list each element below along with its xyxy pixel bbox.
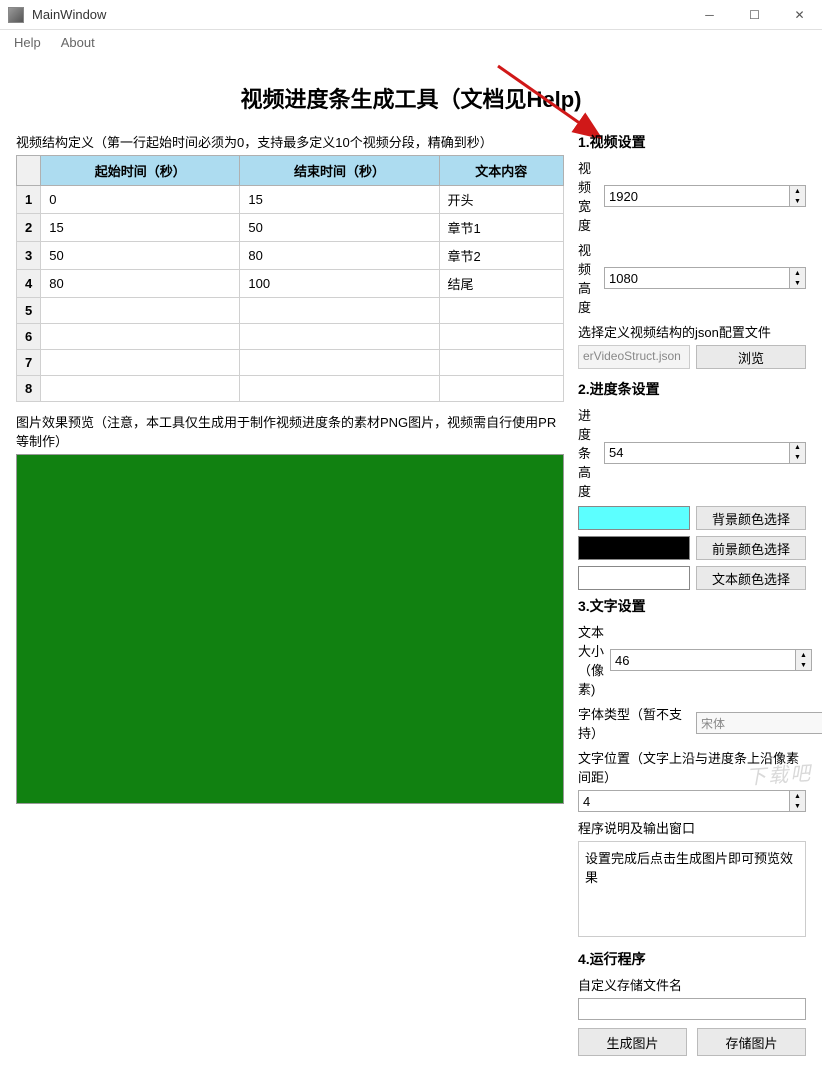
cell-text[interactable] bbox=[439, 324, 563, 350]
cell-end[interactable] bbox=[240, 376, 439, 402]
video-width-input[interactable]: ▲▼ bbox=[604, 185, 806, 207]
table-row: 6 bbox=[17, 324, 564, 350]
cell-start[interactable] bbox=[41, 376, 240, 402]
preview-description: 图片效果预览（注意，本工具仅生成用于制作视频进度条的素材PNG图片，视频需自行使… bbox=[16, 412, 564, 450]
log-label: 程序说明及输出窗口 bbox=[578, 818, 806, 837]
row-number: 7 bbox=[17, 350, 41, 376]
cell-text[interactable]: 开头 bbox=[439, 186, 563, 214]
table-row: 5 bbox=[17, 298, 564, 324]
text-position-input[interactable]: ▲▼ bbox=[578, 790, 806, 812]
close-button[interactable]: ✕ bbox=[777, 0, 822, 30]
table-description: 视频结构定义（第一行起始时间必须为0，支持最多定义10个视频分段，精确到秒） bbox=[16, 132, 564, 151]
generate-button[interactable]: 生成图片 bbox=[578, 1028, 687, 1056]
table-row: 7 bbox=[17, 350, 564, 376]
maximize-button[interactable]: ☐ bbox=[732, 0, 777, 30]
spin-up-icon: ▲ bbox=[790, 268, 805, 278]
font-type-select[interactable]: ▼ bbox=[696, 712, 806, 734]
window-title: MainWindow bbox=[32, 7, 687, 22]
header-rownum bbox=[17, 156, 41, 186]
header-start: 起始时间（秒） bbox=[41, 156, 240, 186]
menu-about[interactable]: About bbox=[51, 33, 105, 52]
cell-start[interactable]: 80 bbox=[41, 270, 240, 298]
cell-start[interactable]: 50 bbox=[41, 242, 240, 270]
cell-end[interactable] bbox=[240, 350, 439, 376]
section-4-title: 4.运行程序 bbox=[578, 949, 806, 969]
preview-canvas bbox=[16, 454, 564, 804]
filename-label: 自定义存储文件名 bbox=[578, 975, 806, 994]
cell-end[interactable]: 15 bbox=[240, 186, 439, 214]
spin-up-icon: ▲ bbox=[790, 791, 805, 801]
row-number: 8 bbox=[17, 376, 41, 402]
page-title: 视频进度条生成工具（文档见Help) bbox=[16, 82, 806, 114]
titlebar: MainWindow ─ ☐ ✕ bbox=[0, 0, 822, 30]
section-2-title: 2.进度条设置 bbox=[578, 379, 806, 399]
font-type-label: 字体类型（暂不支持） bbox=[578, 704, 690, 742]
table-row: 480100结尾 bbox=[17, 270, 564, 298]
header-text: 文本内容 bbox=[439, 156, 563, 186]
row-number: 5 bbox=[17, 298, 41, 324]
spin-down-icon: ▼ bbox=[796, 660, 811, 670]
video-height-input[interactable]: ▲▼ bbox=[604, 267, 806, 289]
header-end: 结束时间（秒） bbox=[240, 156, 439, 186]
save-button[interactable]: 存储图片 bbox=[697, 1028, 806, 1056]
cell-start[interactable]: 0 bbox=[41, 186, 240, 214]
browse-button[interactable]: 浏览 bbox=[696, 345, 806, 369]
cell-start[interactable] bbox=[41, 350, 240, 376]
cell-end[interactable]: 100 bbox=[240, 270, 439, 298]
cell-end[interactable]: 50 bbox=[240, 214, 439, 242]
row-number: 6 bbox=[17, 324, 41, 350]
spin-up-icon: ▲ bbox=[790, 186, 805, 196]
cell-end[interactable]: 80 bbox=[240, 242, 439, 270]
cell-text[interactable] bbox=[439, 298, 563, 324]
spin-down-icon: ▼ bbox=[790, 278, 805, 288]
menu-help[interactable]: Help bbox=[4, 33, 51, 52]
json-file-label: 选择定义视频结构的json配置文件 bbox=[578, 322, 806, 341]
spin-down-icon: ▼ bbox=[790, 453, 805, 463]
cell-start[interactable]: 15 bbox=[41, 214, 240, 242]
table-row: 1015开头 bbox=[17, 186, 564, 214]
row-number: 2 bbox=[17, 214, 41, 242]
bg-color-swatch[interactable] bbox=[578, 506, 690, 530]
section-1-title: 1.视频设置 bbox=[578, 132, 806, 152]
cell-start[interactable] bbox=[41, 324, 240, 350]
minimize-button[interactable]: ─ bbox=[687, 0, 732, 30]
cell-text[interactable]: 章节2 bbox=[439, 242, 563, 270]
json-file-display: erVideoStruct.json bbox=[578, 345, 690, 369]
spin-down-icon: ▼ bbox=[790, 801, 805, 811]
row-number: 1 bbox=[17, 186, 41, 214]
app-icon bbox=[8, 7, 24, 23]
spin-down-icon: ▼ bbox=[790, 196, 805, 206]
row-number: 3 bbox=[17, 242, 41, 270]
text-size-label: 文本大小（像素) bbox=[578, 622, 604, 698]
bar-height-label: 进度条高度 bbox=[578, 405, 598, 500]
section-3-title: 3.文字设置 bbox=[578, 596, 806, 616]
fg-color-button[interactable]: 前景颜色选择 bbox=[696, 536, 806, 560]
table-row: 35080章节2 bbox=[17, 242, 564, 270]
video-struct-table: 起始时间（秒） 结束时间（秒） 文本内容 1015开头21550章节135080… bbox=[16, 155, 564, 402]
spin-up-icon: ▲ bbox=[796, 650, 811, 660]
bar-height-input[interactable]: ▲▼ bbox=[604, 442, 806, 464]
spin-up-icon: ▲ bbox=[790, 443, 805, 453]
video-width-label: 视频宽度 bbox=[578, 158, 598, 234]
text-color-button[interactable]: 文本颜色选择 bbox=[696, 566, 806, 590]
cell-text[interactable]: 章节1 bbox=[439, 214, 563, 242]
text-size-input[interactable]: ▲▼ bbox=[610, 649, 812, 671]
log-output: 设置完成后点击生成图片即可预览效果 bbox=[578, 841, 806, 937]
fg-color-swatch[interactable] bbox=[578, 536, 690, 560]
cell-text[interactable]: 结尾 bbox=[439, 270, 563, 298]
cell-start[interactable] bbox=[41, 298, 240, 324]
watermark: 下载吧 bbox=[745, 757, 813, 791]
video-height-label: 视频高度 bbox=[578, 240, 598, 316]
cell-end[interactable] bbox=[240, 324, 439, 350]
table-row: 8 bbox=[17, 376, 564, 402]
text-color-swatch[interactable] bbox=[578, 566, 690, 590]
row-number: 4 bbox=[17, 270, 41, 298]
bg-color-button[interactable]: 背景颜色选择 bbox=[696, 506, 806, 530]
cell-text[interactable] bbox=[439, 350, 563, 376]
cell-end[interactable] bbox=[240, 298, 439, 324]
table-row: 21550章节1 bbox=[17, 214, 564, 242]
cell-text[interactable] bbox=[439, 376, 563, 402]
menubar: Help About bbox=[0, 30, 822, 54]
filename-input[interactable] bbox=[578, 998, 806, 1020]
